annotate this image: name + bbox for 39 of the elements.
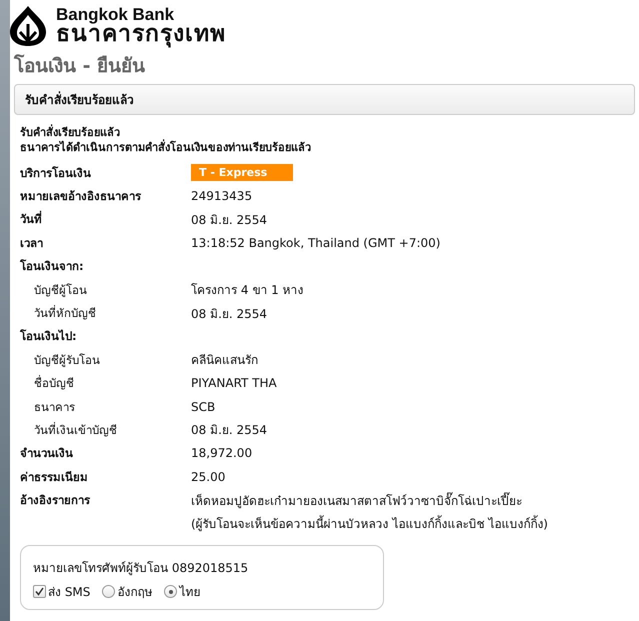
detail-label: วันที่เงินเข้าบัญชี: [33, 421, 118, 439]
status-header: รับคำสั่งเรียบร้อยแล้ว: [14, 84, 635, 115]
section-label: โอนเงินจาก:: [20, 258, 85, 276]
status-message: รับคำสั่งเรียบร้อยแล้ว: [19, 125, 121, 139]
detail-label: เวลา: [20, 234, 44, 252]
detail-value: 08 มิ.ย. 2554: [191, 306, 268, 323]
detail-value: คลีนิคแสนรัก: [191, 352, 258, 370]
detail-label: บัญชีผู้รับโอน: [33, 352, 101, 369]
page-title: โอนเงิน - ยืนยัน: [14, 53, 146, 79]
language-radio[interactable]: อังกฤษ: [102, 582, 152, 602]
status-message: ธนาคารได้ดำเนินการตามคำสั่งโอนเงินของท่านเรียบร้อยแล้ว: [19, 140, 312, 155]
detail-value: เห็ดหอมปูอัดฮะเก๋ามายองเนสมาสตาสโฟว์วาซาบิจั๊กโฉ่เปาะเปี๊ยะ: [191, 491, 522, 510]
detail-value: PIYANART THA: [191, 376, 277, 390]
detail-value: SCB: [191, 400, 216, 414]
section-label: โอนเงินไป:: [20, 328, 78, 346]
detail-value: 24913435: [191, 189, 252, 204]
detail-label: หมายเลขอ้างอิงธนาคาร: [20, 188, 142, 206]
detail-value: 08 มิ.ย. 2554: [191, 212, 268, 229]
recipient-phone-text: หมายเลขโทรศัพท์ผู้รับโอน 0892018515: [33, 560, 250, 578]
detail-label: วันที่หักบัญชี: [33, 304, 97, 322]
send-sms-checkbox[interactable]: ส่ง SMS: [33, 582, 90, 602]
detail-label: บัญชีผู้โอน: [33, 282, 88, 299]
detail-label: อ้างอิงรายการ: [20, 492, 92, 510]
detail-label: ชื่อบัญชี: [33, 374, 75, 392]
bank-name-english: Bangkok Bank: [56, 6, 176, 23]
detail-value: โครงการ 4 ขา 1 หาง: [191, 282, 304, 300]
detail-value: 08 มิ.ย. 2554: [191, 422, 268, 440]
language-radio[interactable]: ไทย: [164, 582, 200, 602]
detail-value: 18,972.00: [191, 446, 252, 460]
detail-label: ค่าธรรมเนียม: [20, 468, 89, 486]
service-badge: T - Express: [191, 164, 294, 182]
bank-name-thai: ธนาคารกรุงเทพ: [56, 23, 226, 46]
detail-label: บริการโอนเงิน: [20, 164, 92, 182]
detail-label: ธนาคาร: [33, 398, 76, 416]
reference-note: (ผู้รับโอนจะเห็นข้อความนี้ผ่านบัวหลวง ไอแบงก์กิ้งและบิช ไอแบงก์กิ้ง): [191, 514, 548, 534]
detail-label: วันที่: [20, 210, 43, 228]
detail-value: 25.00: [191, 470, 226, 484]
detail-label: จำนวนเงิน: [20, 445, 74, 462]
detail-value: 13:18:52 Bangkok, Thailand (GMT +7:00): [191, 236, 440, 250]
